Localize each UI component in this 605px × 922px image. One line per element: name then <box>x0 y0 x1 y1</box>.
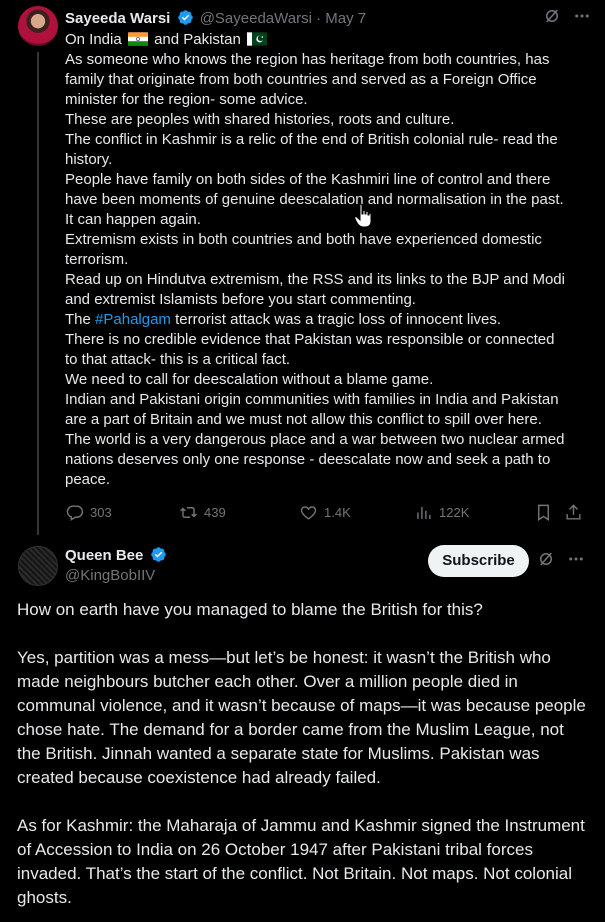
views-button[interactable]: 122K <box>414 501 469 523</box>
tweet-line: history. <box>65 151 113 168</box>
tweet-line: nations deserves only one response - dee… <box>65 451 551 468</box>
intro-line: On India and Pakistan <box>65 30 595 50</box>
intro-text-a: On India <box>65 31 122 48</box>
thread-line <box>37 52 39 535</box>
repost-count: 439 <box>204 504 226 520</box>
reply-count: 303 <box>90 504 112 520</box>
hand-cursor-icon <box>354 203 372 228</box>
tweet-line: peace. <box>65 471 111 488</box>
reply-icon <box>66 504 84 521</box>
bookmark-icon <box>538 504 549 521</box>
tweet-header: Sayeeda Warsi @SayeedaWarsi · May 7 <box>65 9 590 29</box>
tweet-line: have been moments of genuine deescalatio… <box>65 191 564 208</box>
avatar[interactable] <box>18 546 58 586</box>
tweet-line: It can happen again. <box>65 211 201 228</box>
display-name[interactable]: Sayeeda Warsi <box>65 10 170 27</box>
separator-dot: · <box>316 10 322 27</box>
like-icon <box>300 505 317 520</box>
views-icon <box>417 506 431 519</box>
timeline: Sayeeda Warsi @SayeedaWarsi · May 7 On I… <box>0 0 605 922</box>
verified-badge-icon <box>150 547 166 562</box>
india-flag-icon <box>127 32 148 46</box>
repost-icon <box>180 506 197 518</box>
tweet-paragraph: How on earth have you managed to blame t… <box>17 600 483 619</box>
tweet-text-rest: terrorist attack was a tragic loss of in… <box>175 311 502 328</box>
hashtag-line: The #Pahalgam terrorist attack was a tra… <box>65 310 595 330</box>
hashtag-link[interactable]: #Pahalgam <box>95 311 171 328</box>
tweet-line: As someone who knows the region has heri… <box>65 51 550 68</box>
tweet-actions: 303 439 1.4K 122K <box>65 501 585 523</box>
tweet-header-actions <box>543 8 591 30</box>
tweet-line: to that attack- this is a critical fact. <box>65 351 291 368</box>
tweet-date[interactable]: May 7 <box>325 10 366 27</box>
tweet-line: Extremism exists in both countries and b… <box>65 231 542 248</box>
like-button[interactable]: 1.4K <box>299 501 351 523</box>
tweet-word: The <box>65 311 91 328</box>
tweet-line: We need to call for deescalation without… <box>65 371 434 388</box>
more-icon[interactable] <box>567 550 585 573</box>
bookmark-button[interactable] <box>534 501 553 523</box>
tweet-line: family that originate from both countrie… <box>65 71 537 88</box>
tweet-text: How on earth have you managed to blame t… <box>17 598 592 922</box>
share-icon <box>566 503 581 520</box>
tweet-line: The conflict in Kashmir is a relic of th… <box>65 131 558 148</box>
more-icon[interactable] <box>573 7 591 32</box>
display-name-row: Queen Bee <box>65 546 169 566</box>
display-name[interactable]: Queen Bee <box>65 547 143 564</box>
subscribe-button[interactable]: Subscribe <box>428 545 529 577</box>
tweet-line: terrorism. <box>65 251 129 268</box>
tweet-line: People have family on both sides of the … <box>65 171 551 188</box>
like-count: 1.4K <box>324 504 351 520</box>
avatar[interactable] <box>18 6 58 46</box>
tweet-paragraph: As for Kashmir: the Maharaja of Jammu an… <box>17 816 585 907</box>
grok-icon[interactable] <box>543 7 561 32</box>
tweet-line: and extremist Islamists before you start… <box>65 291 416 308</box>
tweet-line: Indian and Pakistani origin communities … <box>65 391 559 408</box>
views-count: 122K <box>439 504 470 520</box>
intro-text-b: and Pakistan <box>154 31 241 48</box>
reply-button[interactable]: 303 <box>65 501 112 523</box>
tweet-line: minister for the region- some advice. <box>65 91 308 108</box>
tweet-header-actions <box>537 550 585 572</box>
tweet-line: The world is a very dangerous place and … <box>65 431 565 448</box>
grok-icon[interactable] <box>537 550 555 573</box>
share-button[interactable] <box>564 501 583 523</box>
tweet-line: There is no credible evidence that Pakis… <box>65 331 555 348</box>
tweet-line: These are peoples with shared histories,… <box>65 111 455 128</box>
handle[interactable]: @KingBobIIV <box>65 566 155 586</box>
tweet-line: Read up on Hindutva extremism, the RSS a… <box>65 271 565 288</box>
tweet-text: On India and Pakistan As someone who kno… <box>65 30 595 490</box>
verified-badge-icon <box>177 10 193 25</box>
handle[interactable]: @SayeedaWarsi <box>200 10 312 27</box>
pakistan-flag-icon <box>246 32 267 46</box>
tweet-line: are a part of Britain and we must not al… <box>65 411 542 428</box>
repost-button[interactable]: 439 <box>179 501 226 523</box>
tweet-paragraph: Yes, partition was a mess—but let’s be h… <box>17 648 586 787</box>
